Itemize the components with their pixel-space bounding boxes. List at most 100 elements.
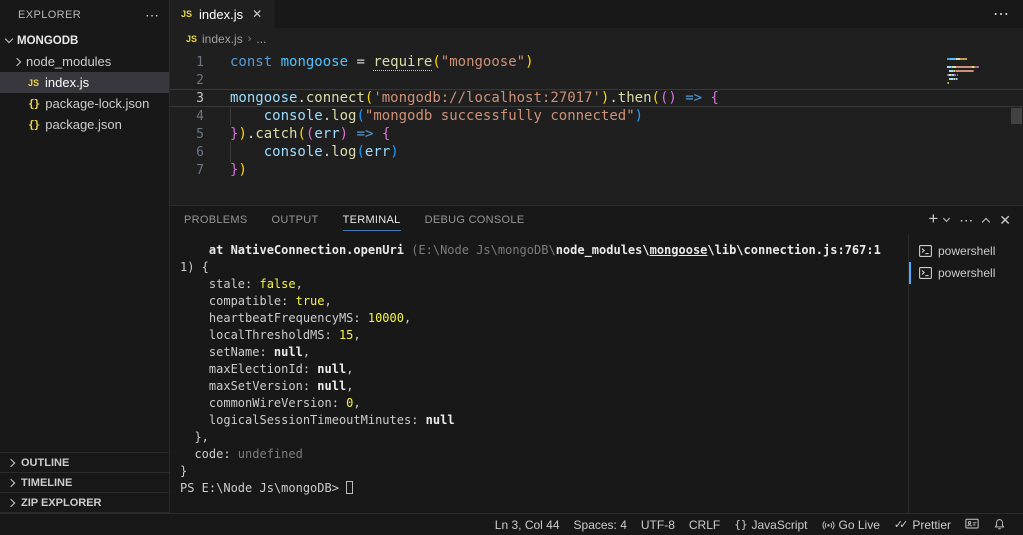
panel-tab-output[interactable]: OUTPUT [272, 206, 319, 234]
code-line-1[interactable]: 1const mongoose = require("mongoose") [170, 53, 1023, 71]
file-label: package.json [45, 117, 122, 132]
terminal-line: } [180, 463, 908, 480]
code-line-3[interactable]: 3mongoose.connect('mongodb://localhost:2… [170, 89, 1023, 107]
status-cursor-position[interactable]: Ln 3, Col 44 [488, 514, 567, 535]
new-terminal-button[interactable]: + [928, 209, 938, 229]
json-icon: {} [28, 118, 39, 131]
terminal-line: stale: false, [180, 276, 908, 293]
minimap-seg [948, 82, 949, 84]
minimap-line [947, 70, 1005, 72]
terminal-line: maxSetVersion: null, [180, 378, 908, 395]
project-root-mongodb[interactable]: MONGODB [0, 30, 169, 51]
file-item-package-json[interactable]: {} package.json [0, 114, 169, 135]
chevron-right-icon [7, 478, 15, 486]
editor-scrollbar-thumb[interactable] [1011, 108, 1022, 124]
tab-bar: JS index.js ✕ ⋯ [170, 0, 1023, 28]
panel-tab-problems[interactable]: PROBLEMS [184, 206, 248, 234]
sidebar-section-outline[interactable]: OUTLINE [0, 452, 169, 472]
more-actions-button[interactable]: ⋯ [993, 4, 1009, 24]
terminal-line: heartbeatFrequencyMS: 10000, [180, 310, 908, 327]
panel-tab-terminal[interactable]: TERMINAL [343, 206, 401, 234]
broadcast-icon [822, 518, 835, 531]
terminal-line: PS E:\Node Js\mongoDB> [180, 480, 908, 497]
status-go-live[interactable]: Go Live [815, 514, 887, 535]
minimap[interactable] [947, 58, 1005, 86]
close-icon: ✕ [999, 212, 1011, 229]
status-prettier[interactable]: ✓✓Prettier [887, 514, 958, 535]
terminal-instance-1[interactable]: powershell [909, 240, 1023, 262]
breadcrumb-file[interactable]: index.js [202, 32, 243, 46]
status-notifications[interactable] [986, 514, 1013, 535]
breadcrumb[interactable]: JS index.js › ... [170, 28, 1023, 50]
terminal-line: maxElectionId: null, [180, 361, 908, 378]
line-number: 4 [170, 109, 204, 124]
terminal-instance-label: powershell [938, 244, 995, 258]
sidebar-section-timeline[interactable]: TIMELINE [0, 472, 169, 492]
close-icon[interactable]: ✕ [250, 7, 264, 21]
code-line-4[interactable]: 4 console.log("mongodb successfully conn… [170, 107, 1023, 125]
breadcrumb-tail[interactable]: ... [256, 32, 266, 46]
minimap-line [947, 74, 1005, 76]
terminal-line: 1) { [180, 259, 908, 276]
ellipsis-icon: ⋯ [959, 212, 973, 229]
status-eol-sequence[interactable]: CRLF [682, 514, 727, 535]
json-icon: {} [28, 97, 39, 110]
explorer-sidebar: EXPLORER ⋯ MONGODB node_modulesJSindex.j… [0, 0, 170, 513]
ellipsis-icon: ⋯ [993, 4, 1009, 24]
status-feedback[interactable] [958, 514, 986, 535]
tabbar-empty-space [274, 0, 961, 28]
ellipsis-icon[interactable]: ⋯ [145, 7, 159, 24]
line-number: 5 [170, 127, 204, 142]
file-item-package-lock-json[interactable]: {}package-lock.json [0, 93, 169, 114]
js-icon: JS [181, 9, 192, 19]
status-label: Go Live [839, 518, 880, 532]
terminal-line: }, [180, 429, 908, 446]
minimap-line [947, 82, 1005, 84]
sidebar-section-zip-explorer[interactable]: ZIP EXPLORER [0, 492, 169, 512]
tab-index-js[interactable]: JS index.js ✕ [170, 0, 274, 28]
line-number: 6 [170, 145, 204, 160]
panel-tabs: PROBLEMS OUTPUT TERMINAL DEBUG CONSOLE [184, 206, 928, 234]
status-label: UTF-8 [641, 518, 675, 532]
bell-icon [993, 518, 1006, 531]
status-label: JavaScript [751, 518, 807, 532]
code-line-text: console.log("mongodb successfully connec… [204, 108, 643, 124]
terminal-icon [919, 267, 932, 279]
code-lines: 1const mongoose = require("mongoose") 23m… [170, 53, 1023, 179]
breadcrumb-separator: › [248, 33, 252, 45]
terminal-dropdown-button[interactable] [944, 219, 949, 221]
panel-body: at NativeConnection.openUri (E:\Node Js\… [170, 234, 1023, 513]
code-line-7[interactable]: 7}) [170, 161, 1023, 179]
explorer-header: EXPLORER ⋯ [0, 0, 169, 30]
terminal-list: powershell powershell [908, 234, 1023, 513]
status-language-mode[interactable]: {}JavaScript [727, 514, 814, 535]
close-panel-button[interactable]: ✕ [999, 212, 1011, 229]
minimap-seg [957, 78, 958, 80]
file-item-index-js[interactable]: JSindex.js [0, 72, 169, 93]
code-line-2[interactable]: 2 [170, 71, 1023, 89]
maximize-panel-button[interactable] [983, 216, 989, 225]
chevron-down-icon [943, 215, 950, 222]
bottom-panel: PROBLEMS OUTPUT TERMINAL DEBUG CONSOLE + ⋯ … [170, 205, 1023, 513]
terminal-output[interactable]: at NativeConnection.openUri (E:\Node Js\… [170, 234, 908, 513]
code-line-6[interactable]: 6 console.log(err) [170, 143, 1023, 161]
status-label: CRLF [689, 518, 720, 532]
terminal-line: at NativeConnection.openUri (E:\Node Js\… [180, 242, 908, 259]
status-encoding[interactable]: UTF-8 [634, 514, 682, 535]
status-indentation[interactable]: Spaces: 4 [567, 514, 634, 535]
code-line-5[interactable]: 5}).catch((err) => { [170, 125, 1023, 143]
panel-more-button[interactable]: ⋯ [959, 212, 973, 229]
sidebar-spacer [0, 135, 169, 452]
panel-actions: + ⋯ ✕ [928, 211, 1011, 229]
terminal-instance-2[interactable]: powershell [909, 262, 1023, 284]
js-icon: JS [186, 34, 197, 44]
chevron-up-icon [982, 217, 990, 225]
panel-tab-debug-console[interactable]: DEBUG CONSOLE [425, 206, 525, 234]
minimap-seg [957, 74, 958, 76]
line-number: 2 [170, 73, 204, 88]
code-editor[interactable]: 1const mongoose = require("mongoose") 23m… [170, 50, 1023, 205]
minimap-seg [966, 58, 967, 60]
terminal-line: localThresholdMS: 15, [180, 327, 908, 344]
terminal-instance-label: powershell [938, 266, 995, 280]
file-item-node-modules[interactable]: node_modules [0, 51, 169, 72]
